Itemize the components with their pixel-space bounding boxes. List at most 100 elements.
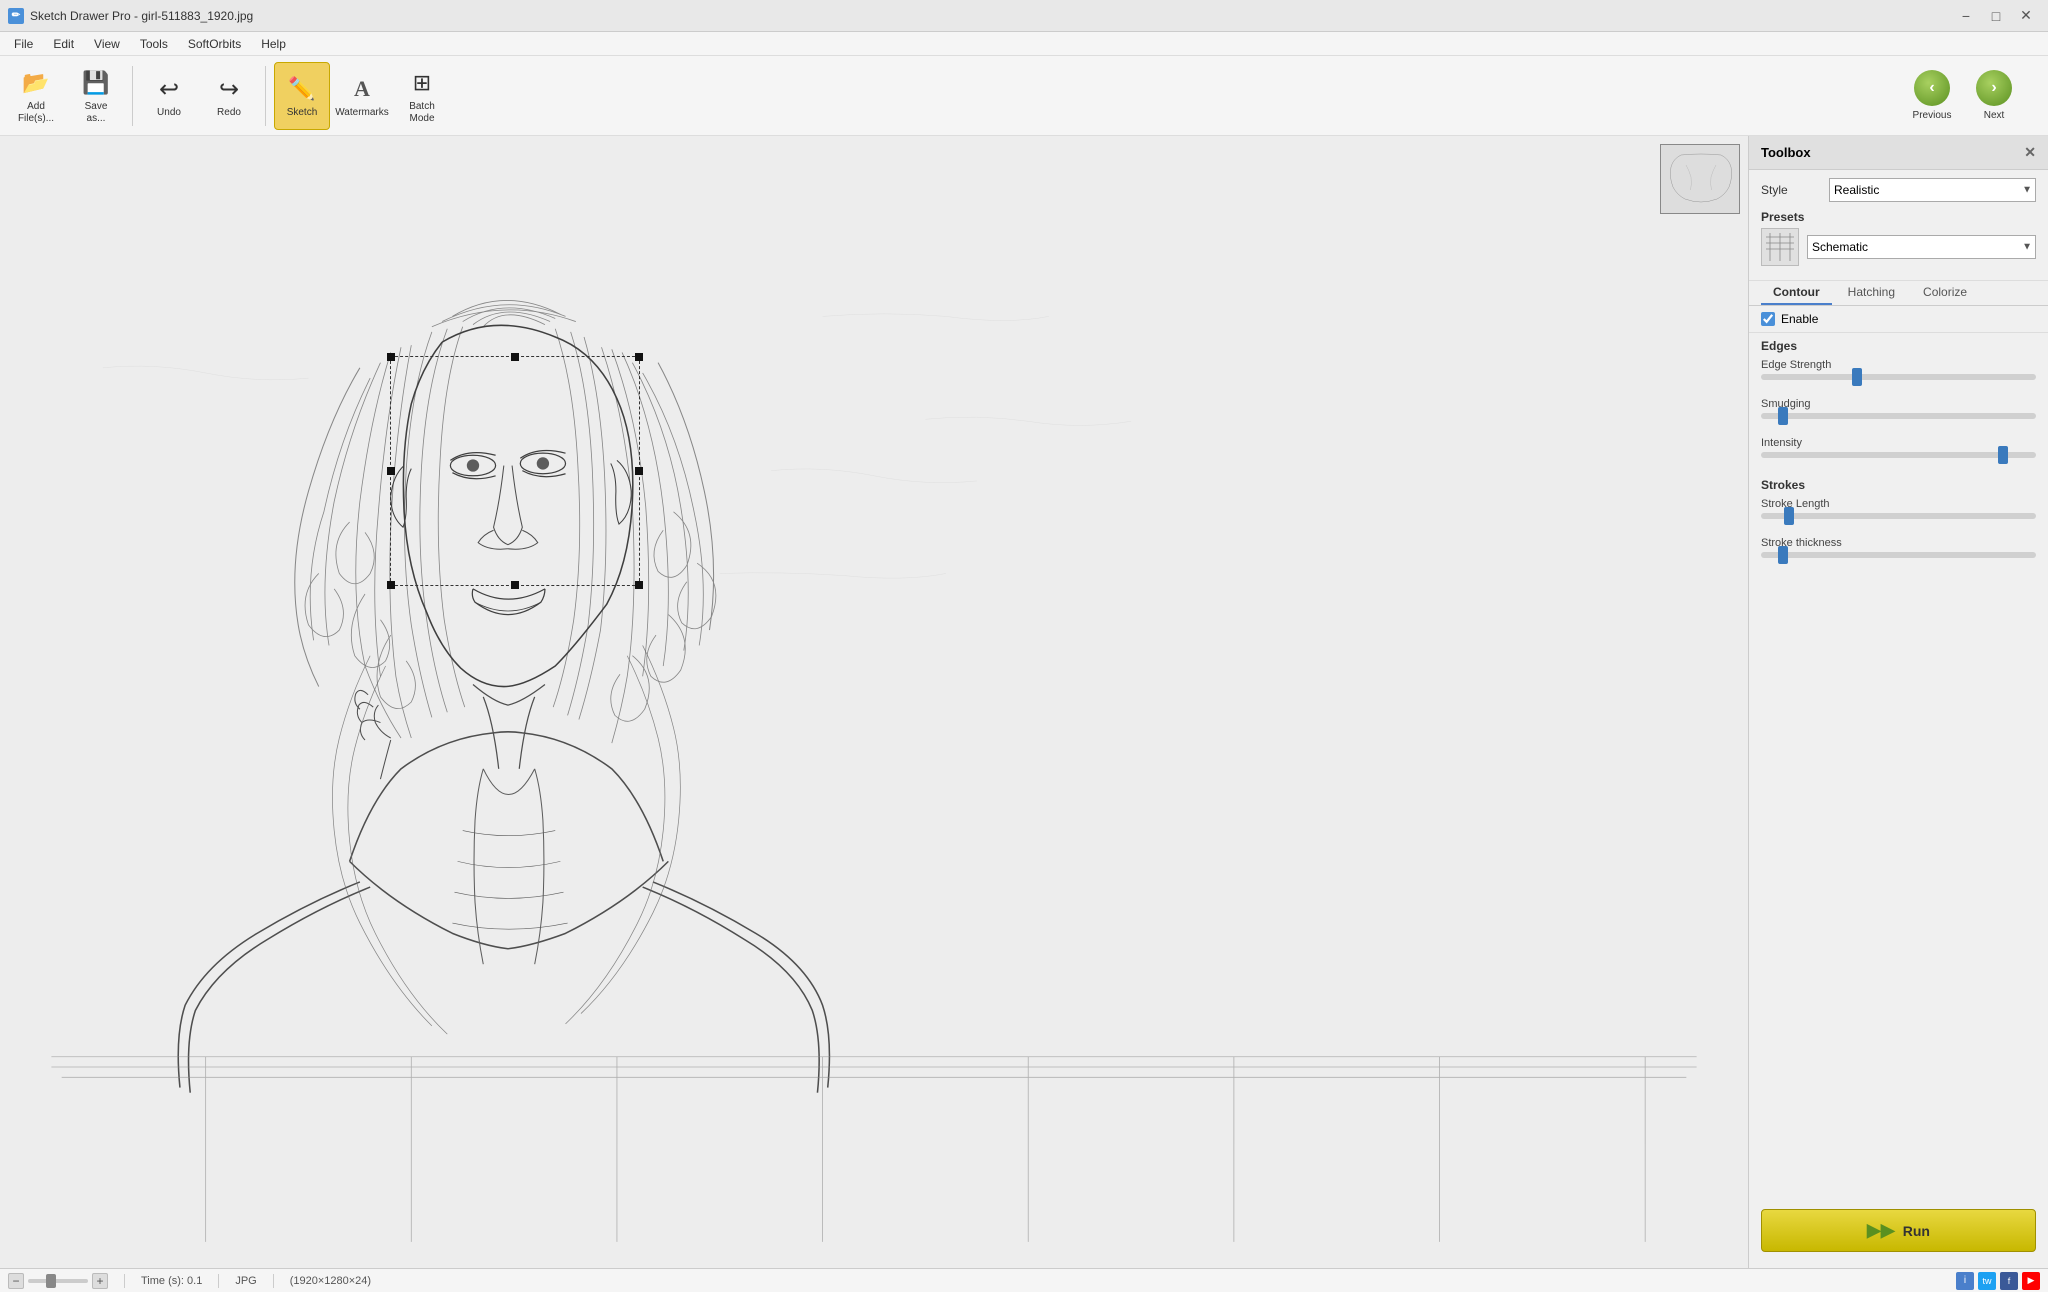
title-bar-controls: − □ ✕ — [1952, 2, 2040, 30]
stroke-length-track[interactable] — [1761, 513, 2036, 519]
dimensions-label: (1920×1280×24) — [290, 1275, 371, 1287]
sketch-icon: ✏️ — [286, 73, 318, 105]
toolbox-close-button[interactable]: ✕ — [2024, 144, 2036, 161]
zoom-out-button[interactable]: − — [8, 1273, 24, 1289]
canvas-area[interactable] — [0, 136, 1748, 1268]
undo-label: Undo — [157, 107, 181, 118]
sketch-label: Sketch — [287, 107, 318, 118]
edges-heading: Edges — [1749, 333, 2048, 355]
menu-edit[interactable]: Edit — [43, 35, 84, 53]
menu-file[interactable]: File — [4, 35, 43, 53]
edge-strength-thumb[interactable] — [1852, 368, 1862, 386]
run-button[interactable]: ▶▶ Run — [1761, 1209, 2036, 1252]
preset-row: Schematic Classic Modern Detailed ▼ — [1761, 228, 2036, 266]
intensity-thumb[interactable] — [1998, 446, 2008, 464]
run-label: Run — [1903, 1223, 1930, 1239]
zoom-in-button[interactable]: + — [92, 1273, 108, 1289]
enable-checkbox[interactable] — [1761, 312, 1775, 326]
enable-row: Enable — [1749, 306, 2048, 333]
preset-thumbnail-icon — [1762, 229, 1798, 265]
preset-select[interactable]: Schematic Classic Modern Detailed — [1807, 235, 2036, 259]
next-icon: › — [1976, 70, 2012, 106]
status-sep-1 — [124, 1274, 125, 1288]
strokes-heading: Strokes — [1749, 472, 2048, 494]
smudging-track[interactable] — [1761, 413, 2036, 419]
tab-contour[interactable]: Contour — [1761, 281, 1832, 305]
close-button[interactable]: ✕ — [2012, 2, 2040, 30]
sketch-button[interactable]: ✏️ Sketch — [274, 62, 330, 130]
presets-label: Presets — [1761, 210, 2036, 224]
stroke-thickness-label: Stroke thickness — [1761, 537, 2036, 549]
undo-button[interactable]: ↩ Undo — [141, 62, 197, 130]
stroke-length-group: Stroke Length — [1749, 494, 2048, 533]
smudging-label: Smudging — [1761, 398, 2036, 410]
facebook-icon[interactable]: f — [2000, 1272, 2018, 1290]
style-section: Style Realistic Cartoon Pencil Charcoal … — [1749, 170, 2048, 281]
sketch-image — [0, 136, 1748, 1268]
toolbar-sep-1 — [132, 66, 133, 126]
batch-mode-button[interactable]: ⊞ BatchMode — [394, 62, 450, 130]
redo-button[interactable]: ↪ Redo — [201, 62, 257, 130]
tab-colorize[interactable]: Colorize — [1911, 281, 1979, 305]
redo-icon: ↪ — [213, 73, 245, 105]
thumbnail-svg — [1661, 145, 1740, 214]
format-label: JPG — [235, 1275, 256, 1287]
stroke-thickness-track[interactable] — [1761, 552, 2036, 558]
edge-strength-track[interactable] — [1761, 374, 2036, 380]
stroke-length-thumb[interactable] — [1784, 507, 1794, 525]
status-dimensions: (1920×1280×24) — [290, 1275, 371, 1287]
menu-help[interactable]: Help — [251, 35, 296, 53]
zoom-slider[interactable] — [28, 1279, 88, 1283]
style-row: Style Realistic Cartoon Pencil Charcoal … — [1761, 178, 2036, 202]
youtube-icon[interactable]: ▶ — [2022, 1272, 2040, 1290]
intensity-track[interactable] — [1761, 452, 2036, 458]
status-sep-2 — [218, 1274, 219, 1288]
previous-button[interactable]: ‹ Previous — [1902, 62, 1962, 130]
main-content: Toolbox ✕ Style Realistic Cartoon Pencil… — [0, 136, 2048, 1268]
batch-mode-label: BatchMode — [409, 101, 435, 125]
next-label: Next — [1984, 110, 2005, 121]
next-button[interactable]: › Next — [1964, 62, 2024, 130]
toolbox-header: Toolbox ✕ — [1749, 136, 2048, 170]
stroke-thickness-thumb[interactable] — [1778, 546, 1788, 564]
stroke-thickness-group: Stroke thickness — [1749, 533, 2048, 572]
toolbar: 📂 AddFile(s)... 💾 Saveas... ↩ Undo ↪ Red… — [0, 56, 2048, 136]
menu-bar: File Edit View Tools SoftOrbits Help — [0, 32, 2048, 56]
save-as-button[interactable]: 💾 Saveas... — [68, 62, 124, 130]
style-select[interactable]: Realistic Cartoon Pencil Charcoal — [1829, 178, 2036, 202]
preset-select-wrapper: Schematic Classic Modern Detailed ▼ — [1807, 235, 2036, 259]
style-select-wrapper: Realistic Cartoon Pencil Charcoal ▼ — [1829, 178, 2036, 202]
watermarks-button[interactable]: A Watermarks — [334, 62, 390, 130]
menu-view[interactable]: View — [84, 35, 130, 53]
add-files-button[interactable]: 📂 AddFile(s)... — [8, 62, 64, 130]
style-label: Style — [1761, 183, 1821, 197]
enable-label: Enable — [1781, 312, 1818, 326]
maximize-button[interactable]: □ — [1982, 2, 2010, 30]
minimize-button[interactable]: − — [1952, 2, 1980, 30]
window-title: Sketch Drawer Pro - girl-511883_1920.jpg — [30, 9, 253, 23]
smudging-group: Smudging — [1749, 394, 2048, 433]
smudging-thumb[interactable] — [1778, 407, 1788, 425]
status-bar: − + Time (s): 0.1 JPG (1920×1280×24) i t… — [0, 1268, 2048, 1292]
stroke-length-label: Stroke Length — [1761, 498, 2036, 510]
info-icon[interactable]: i — [1956, 1272, 1974, 1290]
title-bar-left: ✏ Sketch Drawer Pro - girl-511883_1920.j… — [8, 8, 253, 24]
toolbar-sep-2 — [265, 66, 266, 126]
app-icon: ✏ — [8, 8, 24, 24]
menu-softorbits[interactable]: SoftOrbits — [178, 35, 251, 53]
zoom-thumb[interactable] — [46, 1274, 56, 1288]
twitter-icon[interactable]: tw — [1978, 1272, 1996, 1290]
tab-hatching[interactable]: Hatching — [1836, 281, 1907, 305]
edge-strength-label: Edge Strength — [1761, 359, 2036, 371]
menu-tools[interactable]: Tools — [130, 35, 178, 53]
redo-label: Redo — [217, 107, 241, 118]
status-sep-3 — [273, 1274, 274, 1288]
social-icons: i tw f ▶ — [1956, 1272, 2040, 1290]
previous-icon: ‹ — [1914, 70, 1950, 106]
save-as-icon: 💾 — [80, 67, 112, 99]
preset-icon-box — [1761, 228, 1799, 266]
title-bar: ✏ Sketch Drawer Pro - girl-511883_1920.j… — [0, 0, 2048, 32]
tabs: Contour Hatching Colorize — [1749, 281, 2048, 306]
intensity-label: Intensity — [1761, 437, 2036, 449]
time-label: Time (s): 0.1 — [141, 1275, 202, 1287]
